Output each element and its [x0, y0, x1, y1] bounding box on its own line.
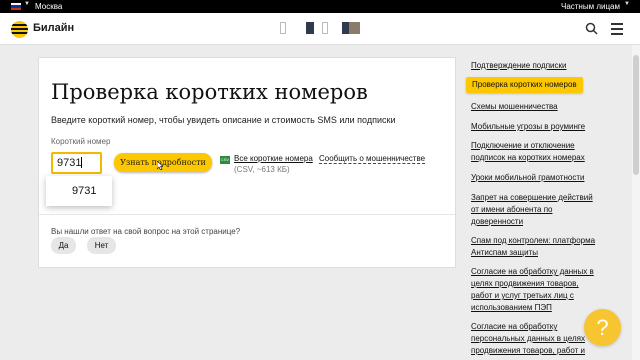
page-scrollbar[interactable]: [632, 45, 640, 360]
sidebar-item-subscription-confirmation[interactable]: Подтверждение подписки: [471, 60, 566, 72]
text-caret: [81, 157, 83, 168]
suggestion-text: 9731: [72, 185, 97, 197]
sidebar-item-fraud-schemes[interactable]: Схемы мошенничества: [471, 101, 558, 113]
sidebar-item-antispam[interactable]: Спам под контролем: платформа Антиспам з…: [471, 235, 596, 259]
site-header: Билайн: [0, 13, 640, 45]
chevron-down-icon[interactable]: ▼: [24, 1, 30, 7]
header-placeholder-box: [342, 22, 360, 34]
short-number-label: Короткий номер: [51, 137, 111, 146]
region-selector[interactable]: Москва: [35, 2, 62, 11]
feedback-yes-button[interactable]: Да: [51, 237, 76, 254]
chevron-down-icon[interactable]: ▼: [624, 1, 630, 7]
audience-selector[interactable]: Частным лицам: [561, 2, 620, 11]
find-details-button[interactable]: Узнать подробности: [114, 153, 212, 172]
header-placeholder-box: [280, 22, 286, 34]
beeline-logo-icon[interactable]: [11, 21, 28, 38]
russia-flag-icon[interactable]: [11, 3, 21, 10]
page-title: Проверка коротких номеров: [51, 80, 368, 104]
short-number-input[interactable]: 9731: [51, 152, 102, 174]
all-short-numbers-link[interactable]: Все короткие номера: [234, 154, 313, 163]
feedback-no-button[interactable]: Нет: [87, 237, 116, 254]
mouse-pointer-icon: [157, 161, 163, 170]
sidebar-item-roaming-threats[interactable]: Мобильные угрозы в роуминге: [471, 121, 585, 133]
divider: [39, 214, 455, 215]
header-placeholder-box: [306, 22, 314, 34]
sidebar-item-manage-subscriptions[interactable]: Подключение и отключение подписок на кор…: [471, 140, 596, 164]
csv-file-icon: CSV: [220, 156, 230, 164]
short-number-value: 9731: [57, 157, 82, 169]
scrollbar-thumb[interactable]: [633, 55, 639, 175]
sidebar-item-consent-personal-data[interactable]: Согласие на обработку персональных данны…: [471, 321, 596, 360]
short-number-check-card: Проверка коротких номеров Введите коротк…: [38, 57, 456, 268]
report-fraud-link[interactable]: Сообщить о мошенничестве: [319, 154, 426, 164]
search-icon[interactable]: [585, 22, 598, 35]
menu-icon[interactable]: [611, 23, 623, 38]
header-placeholder-box: [322, 22, 328, 34]
autocomplete-suggestion[interactable]: 9731: [46, 176, 112, 206]
sidebar-item-consent-third-party[interactable]: Согласие на обработку данных в целях про…: [471, 266, 596, 314]
sidebar-item-short-number-check[interactable]: Проверка коротких номеров: [466, 77, 583, 93]
sidebar-item-power-of-attorney-ban[interactable]: Запрет на совершение действий от имени а…: [471, 192, 596, 228]
sidebar-item-mobile-literacy[interactable]: Уроки мобильной грамотности: [471, 172, 584, 184]
all-short-numbers-meta: (CSV, ~613 КБ): [234, 165, 290, 174]
feedback-question: Вы нашли ответ на свой вопрос на этой ст…: [51, 227, 241, 236]
brand-name[interactable]: Билайн: [33, 22, 74, 34]
top-bar: ▼ Москва Частным лицам ▼: [0, 0, 640, 13]
page-description: Введите короткий номер, чтобы увидеть оп…: [51, 115, 396, 125]
help-button[interactable]: ?: [584, 309, 621, 346]
